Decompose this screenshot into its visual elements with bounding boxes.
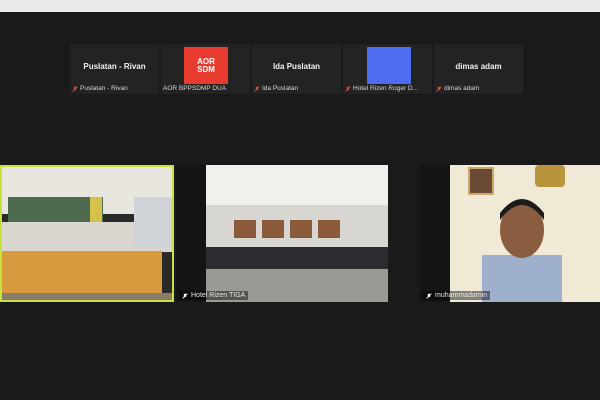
tile-caption-text: Hotel Rizen TIGA: [191, 292, 246, 299]
participant-caption-text: AOR BPPSDMP DUA: [163, 85, 227, 92]
participant-caption-text: Ida Puslatan: [262, 85, 299, 92]
participant-person: [482, 199, 562, 302]
participant-caption: Hotel Rizen Roger D...: [345, 85, 430, 92]
muted-mic-icon: [345, 85, 351, 92]
muted-mic-icon: [72, 85, 78, 92]
participant-caption-text: Puslatan - Rivan: [80, 85, 128, 92]
participant-caption: Puslatan - Rivan: [72, 85, 157, 92]
window-top-bar: [0, 0, 600, 12]
participant-name: Ida Puslatan: [272, 62, 321, 71]
participant-thumbnail[interactable]: Puslatan - Rivan Puslatan - Rivan: [70, 44, 159, 94]
organization-logo: AOR SDM: [184, 47, 228, 84]
participant-thumbnail[interactable]: Ida Puslatan Ida Puslatan: [252, 44, 341, 94]
room-ceiling: [206, 165, 388, 205]
participant-thumbnail[interactable]: dimas adam dimas adam: [434, 44, 523, 94]
wall-panel: [262, 220, 284, 238]
logo-line: SDM: [197, 64, 215, 74]
muted-mic-icon: [426, 292, 432, 299]
video-tile-active-speaker[interactable]: [0, 165, 174, 302]
wall-emblem: [535, 165, 565, 187]
video-tile[interactable]: Hotel Rizen TIGA: [176, 165, 388, 302]
participant-thumbnail[interactable]: AOR SDM AOR BPPSDMP DUA: [161, 44, 250, 94]
participant-caption: dimas adam: [436, 85, 521, 92]
wall-panel: [318, 220, 340, 238]
video-tile[interactable]: muhammadamin: [420, 165, 600, 302]
participant-thumbnail[interactable]: Hotel Rizen Roger D...: [343, 44, 432, 94]
participant-caption-text: Hotel Rizen Roger D...: [353, 85, 419, 92]
participant-caption: AOR BPPSDMP DUA: [163, 85, 248, 92]
room-banner-accent: [90, 197, 102, 222]
wall-panel: [290, 220, 312, 238]
participant-name: Puslatan - Rivan: [83, 62, 146, 71]
tile-caption: Hotel Rizen TIGA: [179, 291, 249, 300]
wall-panel: [234, 220, 256, 238]
room-floor: [2, 293, 172, 300]
muted-mic-icon: [436, 85, 442, 92]
tile-caption-text: muhammadamin: [435, 292, 488, 299]
participant-avatar: [367, 47, 411, 84]
participant-caption: Ida Puslatan: [254, 85, 339, 92]
participant-thumbnail-strip: Puslatan - Rivan Puslatan - Rivan AOR SD…: [70, 44, 524, 94]
conference-table: [2, 251, 162, 297]
conference-table: [206, 247, 388, 269]
muted-mic-icon: [254, 85, 260, 92]
muted-mic-icon: [182, 292, 188, 299]
participant-caption-text: dimas adam: [444, 85, 480, 92]
room-banner: [8, 197, 103, 222]
tile-caption: muhammadamin: [423, 291, 491, 300]
participant-name: dimas adam: [455, 62, 502, 71]
projection-screen: [134, 197, 172, 247]
